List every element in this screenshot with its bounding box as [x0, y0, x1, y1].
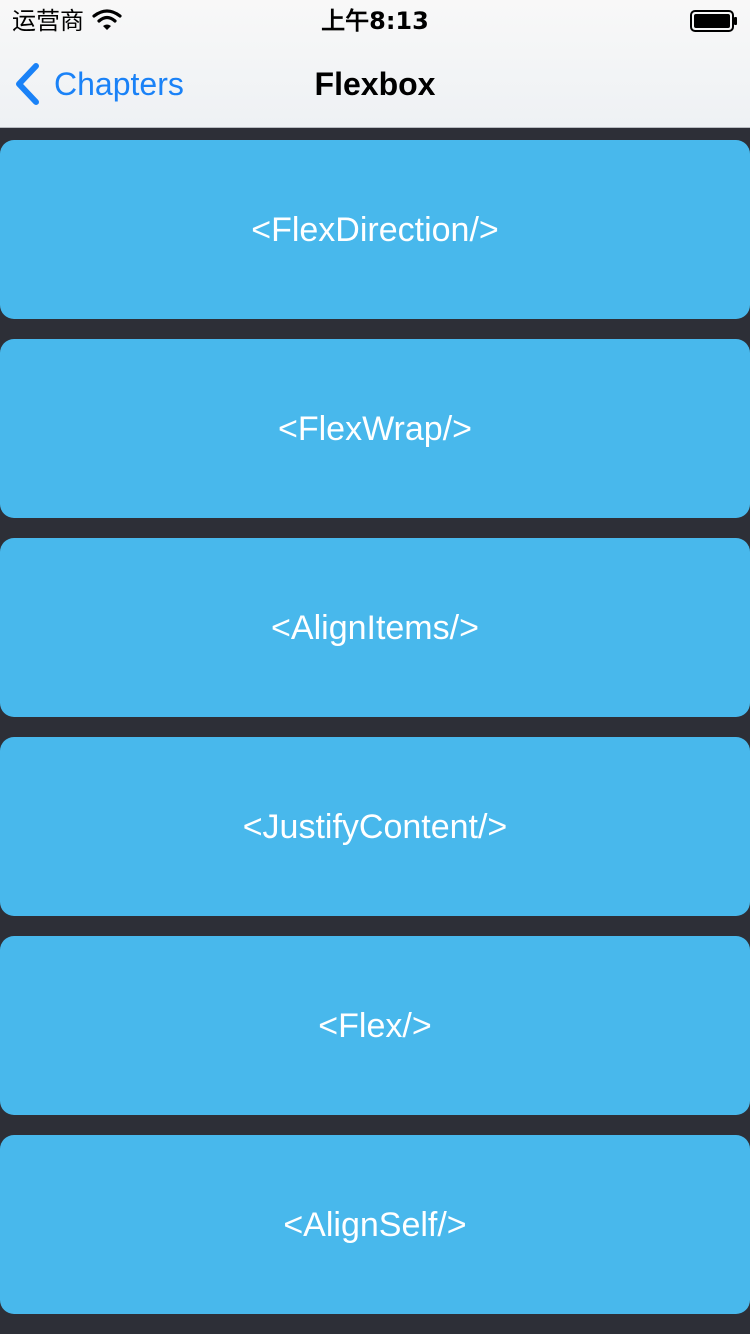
list-item-flex-direction[interactable]: <FlexDirection/> [0, 140, 750, 319]
top-bar: 运营商 上午8:13 Chapters Flexbox [0, 0, 750, 128]
list-item-justify-content[interactable]: <JustifyContent/> [0, 737, 750, 916]
list-item-label: <Flex/> [318, 1006, 432, 1045]
chapter-list: <FlexDirection/> <FlexWrap/> <AlignItems… [0, 140, 750, 1334]
list-item-label: <AlignSelf/> [283, 1205, 467, 1244]
list-item-label: <AlignItems/> [271, 608, 479, 647]
page-title: Flexbox [314, 66, 436, 102]
battery-icon [690, 10, 737, 32]
navigation-bar: Chapters Flexbox [0, 40, 750, 128]
list-item-align-items[interactable]: <AlignItems/> [0, 538, 750, 717]
list-item-label: <JustifyContent/> [242, 807, 508, 846]
list-item-label: <FlexWrap/> [277, 409, 472, 448]
list-item-label: <FlexDirection/> [251, 210, 499, 249]
list-item-align-self[interactable]: <AlignSelf/> [0, 1135, 750, 1314]
status-time: 上午8:13 [321, 7, 429, 35]
status-bar: 运营商 上午8:13 [0, 0, 750, 40]
list-item-flex-wrap[interactable]: <FlexWrap/> [0, 339, 750, 518]
list-item-flex[interactable]: <Flex/> [0, 936, 750, 1115]
